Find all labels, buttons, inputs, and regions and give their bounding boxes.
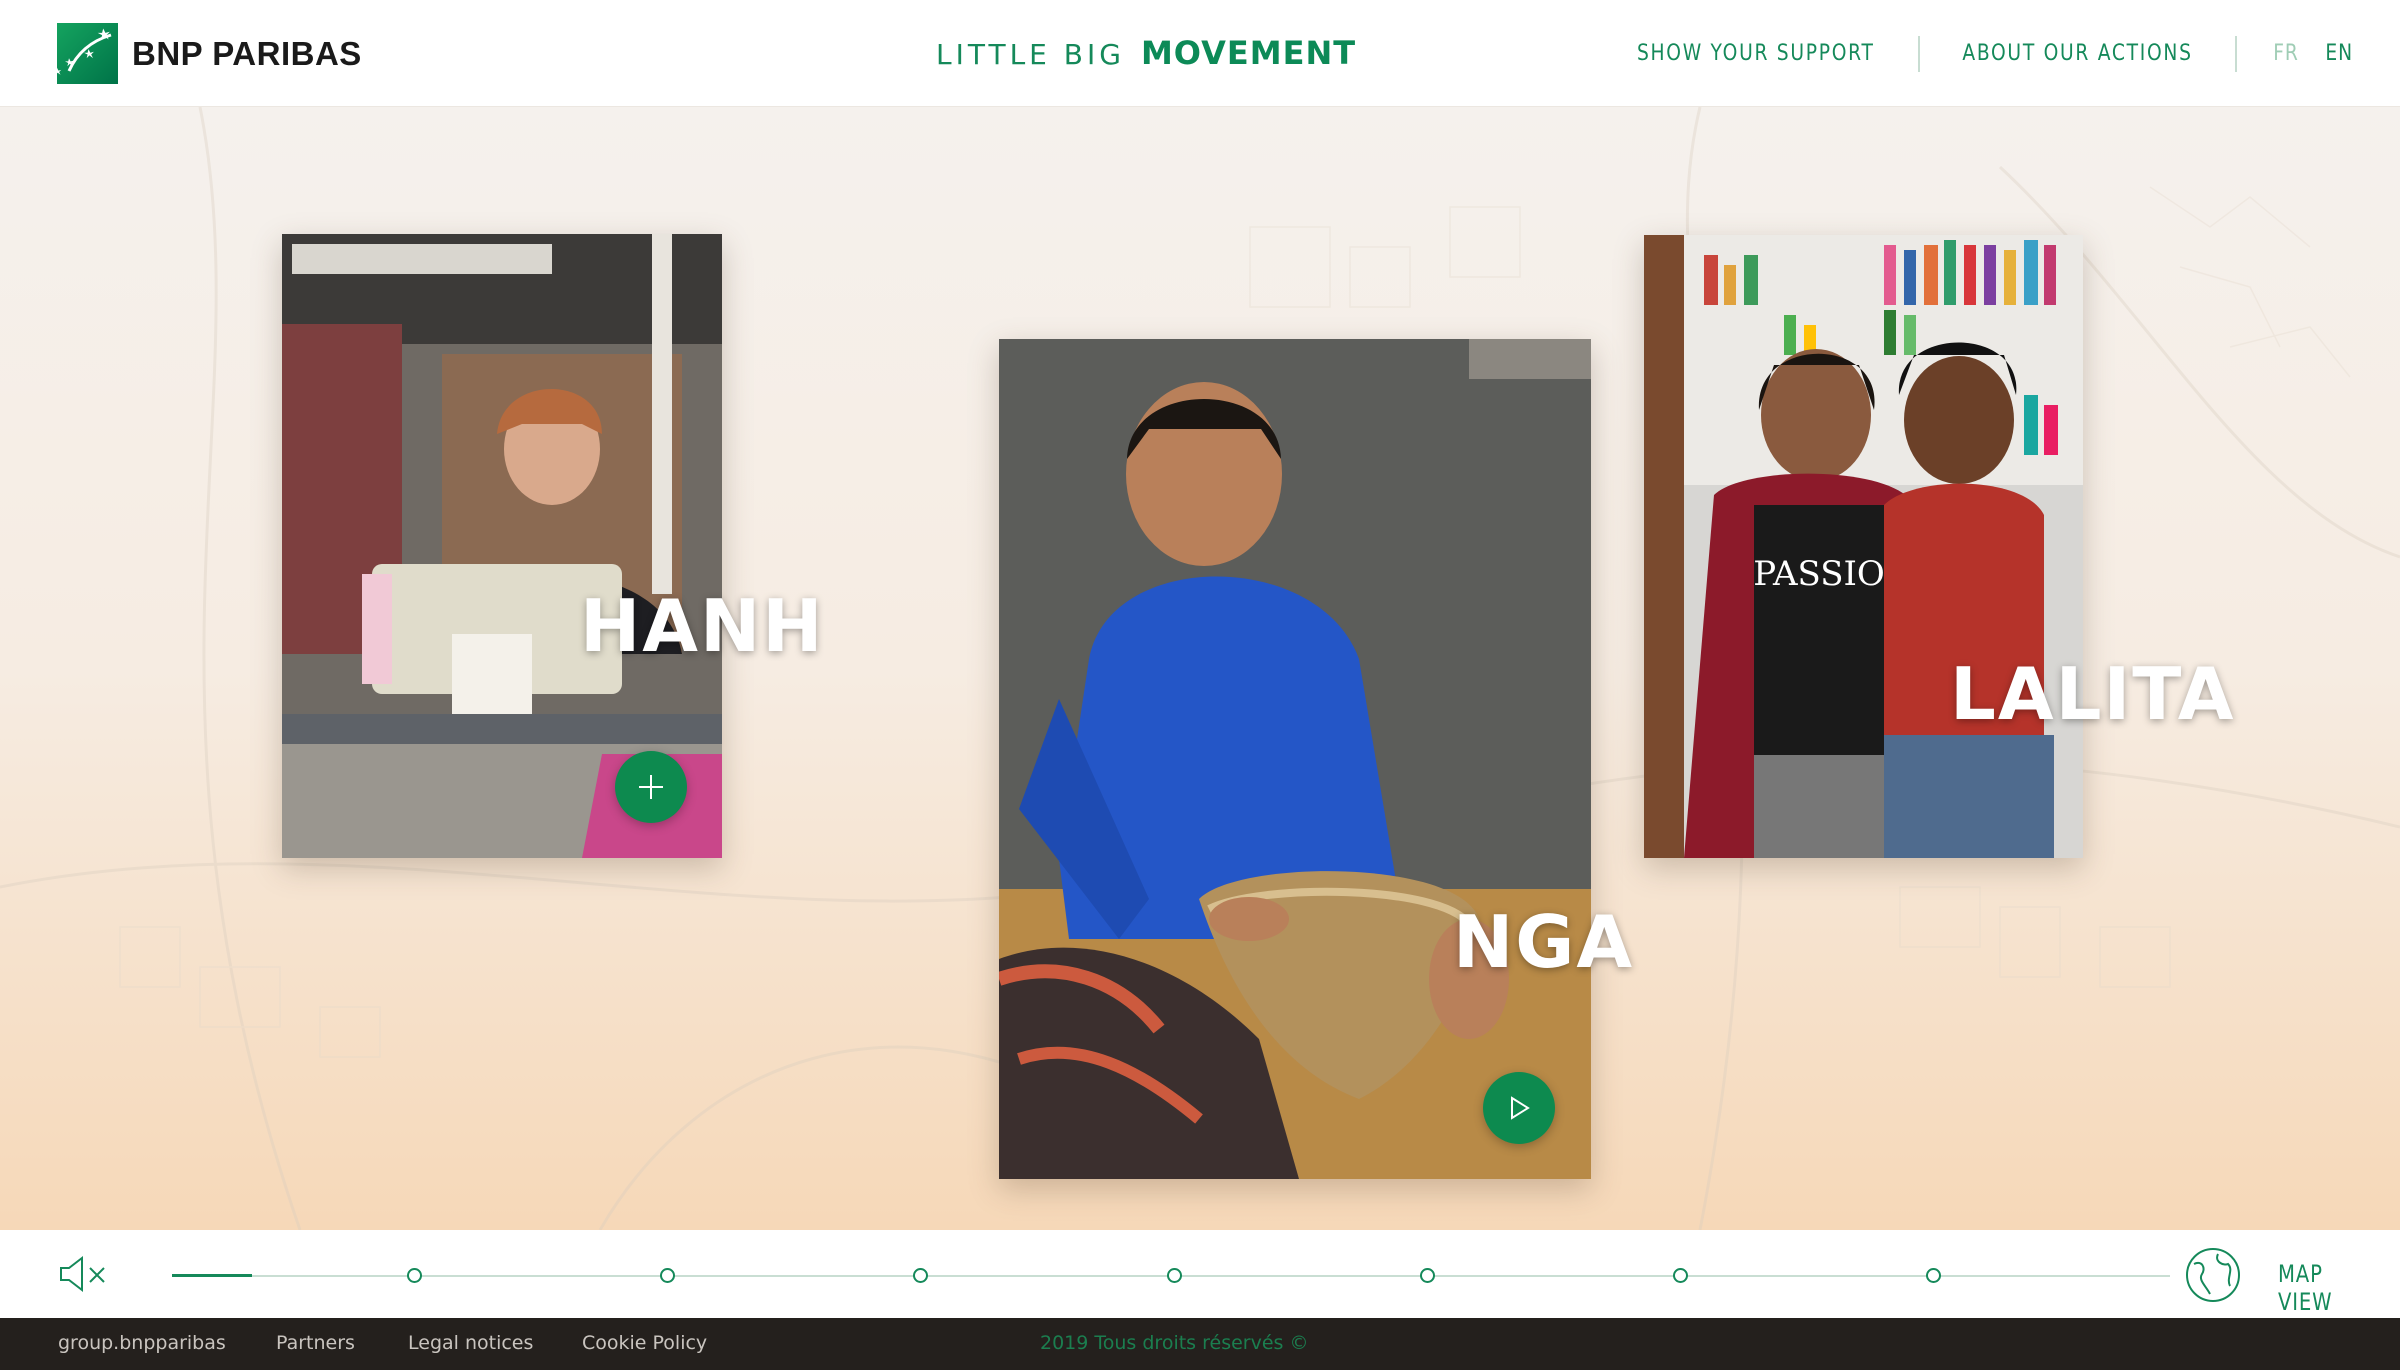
story-timeline: MAP VIEW xyxy=(0,1230,2400,1318)
campaign-title-bold: MOVEMENT xyxy=(1140,34,1357,72)
site-footer: group.bnpparibas Partners Legal notices … xyxy=(0,1318,2400,1370)
map-view-link[interactable]: MAP VIEW xyxy=(2278,1260,2378,1316)
nav-about-our-actions[interactable]: ABOUT OUR ACTIONS xyxy=(1962,41,2192,66)
speaker-muted-icon[interactable] xyxy=(58,1254,110,1294)
story-photo-lalita: PASSIO xyxy=(1644,235,2083,858)
footer-copyright: 2019 Tous droits réservés © xyxy=(1040,1332,1309,1354)
footer-link-legal-notices[interactable]: Legal notices xyxy=(408,1332,533,1354)
nav-show-your-support[interactable]: SHOW YOUR SUPPORT xyxy=(1637,41,1875,66)
nav-divider xyxy=(2234,35,2237,72)
timeline-dot[interactable] xyxy=(660,1268,675,1283)
footer-link-group[interactable]: group.bnpparibas xyxy=(58,1332,226,1354)
timeline-dot[interactable] xyxy=(407,1268,422,1283)
logo-stars-icon xyxy=(57,23,118,84)
bnp-paribas-logo[interactable]: BNP PARIBAS xyxy=(57,23,362,84)
lang-en[interactable]: EN xyxy=(2325,41,2353,66)
timeline-dot[interactable] xyxy=(1926,1268,1941,1283)
main-nav: SHOW YOUR SUPPORT ABOUT OUR ACTIONS FR E… xyxy=(1616,0,2355,107)
play-video-button[interactable] xyxy=(1483,1072,1555,1144)
play-icon xyxy=(1511,1096,1530,1120)
timeline-dot[interactable] xyxy=(1420,1268,1435,1283)
globe-icon[interactable] xyxy=(2184,1246,2242,1304)
stories-stage: PASSIO HANH NGA LALITA xyxy=(0,107,2400,1230)
campaign-title[interactable]: LITTLE BIG MOVEMENT xyxy=(936,34,1356,72)
footer-link-cookie-policy[interactable]: Cookie Policy xyxy=(582,1332,707,1354)
story-card-nga[interactable] xyxy=(999,339,1591,1179)
logo-text: BNP PARIBAS xyxy=(132,34,362,72)
timeline-dot[interactable] xyxy=(1673,1268,1688,1283)
story-name-hanh[interactable]: HANH xyxy=(580,584,825,668)
plus-icon xyxy=(639,775,663,799)
svg-text:PASSIO: PASSIO xyxy=(1753,554,1885,594)
story-photo-nga xyxy=(999,339,1591,1179)
footer-link-partners[interactable]: Partners xyxy=(276,1332,355,1354)
open-story-button[interactable] xyxy=(615,751,687,823)
lang-fr[interactable]: FR xyxy=(2273,41,2298,66)
story-name-nga[interactable]: NGA xyxy=(1453,900,1634,984)
timeline-progress xyxy=(172,1274,252,1277)
campaign-title-light: LITTLE BIG xyxy=(936,38,1125,71)
timeline-dot[interactable] xyxy=(913,1268,928,1283)
site-header: BNP PARIBAS LITTLE BIG MOVEMENT SHOW YOU… xyxy=(0,0,2400,107)
story-name-lalita[interactable]: LALITA xyxy=(1950,652,2236,736)
story-card-lalita[interactable]: PASSIO xyxy=(1644,235,2083,858)
nav-divider xyxy=(1917,35,1920,72)
timeline-dot[interactable] xyxy=(1167,1268,1182,1283)
